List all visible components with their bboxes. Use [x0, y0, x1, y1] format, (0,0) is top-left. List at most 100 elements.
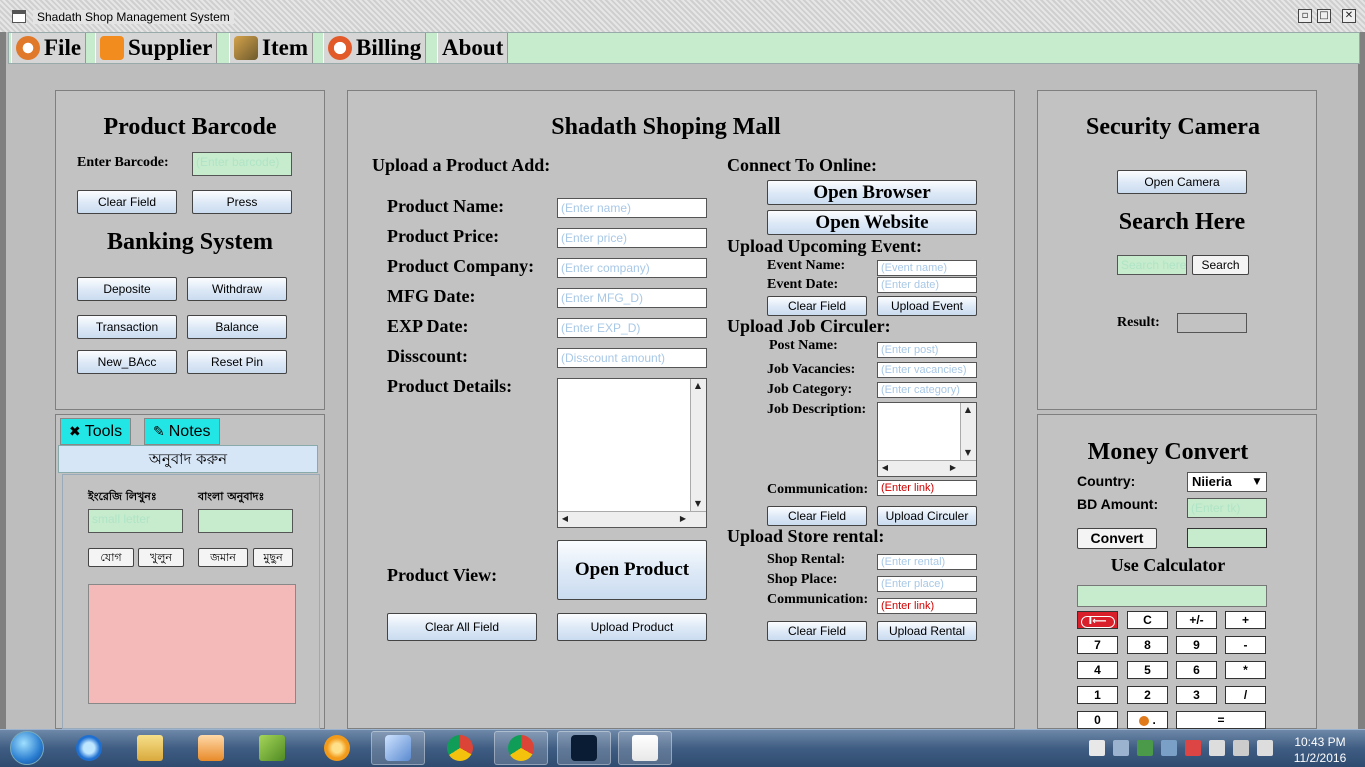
calc-key-4[interactable]: 4 [1077, 661, 1118, 679]
search-input[interactable]: Search here [1117, 255, 1187, 275]
exp-date-input[interactable]: (Enter EXP_D) [557, 318, 707, 338]
scroll-left-icon[interactable]: ◀ [558, 512, 572, 526]
tray-icon-4[interactable] [1161, 740, 1177, 756]
calc-key-minus[interactable]: - [1225, 636, 1266, 654]
save-word-button[interactable]: জমান [198, 548, 248, 567]
english-input[interactable]: small letter [88, 509, 183, 533]
open-word-button[interactable]: খুলুন [138, 548, 184, 567]
tray-icon-2[interactable] [1113, 740, 1129, 756]
menu-supplier[interactable]: Supplier [95, 33, 218, 63]
calc-key-divide[interactable]: / [1225, 686, 1266, 704]
reset-pin-button[interactable]: Reset Pin [187, 350, 287, 374]
menu-billing[interactable]: Billing [323, 33, 427, 63]
event-name-input[interactable]: (Event name) [877, 260, 977, 276]
add-word-button[interactable]: যোগ [88, 548, 134, 567]
discount-input[interactable]: (Disscount amount) [557, 348, 707, 368]
rental-clear-button[interactable]: Clear Field [767, 621, 867, 641]
maximize-icon[interactable]: □ [1317, 9, 1331, 23]
taskbar-java[interactable] [618, 731, 672, 765]
calc-key-6[interactable]: 6 [1176, 661, 1217, 679]
calc-key-8[interactable]: 8 [1127, 636, 1168, 654]
calc-key-0[interactable]: 0 [1077, 711, 1118, 729]
taskbar-telenor[interactable] [557, 731, 611, 765]
mfg-date-input[interactable]: (Enter MFG_D) [557, 288, 707, 308]
deposite-button[interactable]: Deposite [77, 277, 177, 301]
barcode-press-button[interactable]: Press [192, 190, 292, 214]
open-camera-button[interactable]: Open Camera [1117, 170, 1247, 194]
calc-key-5[interactable]: 5 [1127, 661, 1168, 679]
taskbar-virtualbox[interactable] [371, 731, 425, 765]
barcode-input[interactable]: (Enter barcode) [192, 152, 292, 176]
scroll-right-icon[interactable]: ▶ [676, 512, 690, 526]
job-communication-input[interactable]: (Enter link) [877, 480, 977, 496]
volume-icon[interactable] [1257, 740, 1273, 756]
calc-key-plus[interactable]: + [1225, 611, 1266, 629]
delete-word-button[interactable]: মুছুন [253, 548, 293, 567]
menu-file[interactable]: File [11, 33, 87, 63]
calc-key-equals[interactable]: = [1176, 711, 1266, 729]
calc-key-1[interactable]: 1 [1077, 686, 1118, 704]
taskbar-book[interactable] [245, 731, 299, 765]
tray-icon-3[interactable] [1137, 740, 1153, 756]
calc-key-3[interactable]: 3 [1176, 686, 1217, 704]
scroll-down-icon[interactable]: ▼ [691, 497, 705, 511]
job-category-input[interactable]: (Enter category) [877, 382, 977, 398]
scroll-up-icon[interactable]: ▲ [691, 379, 705, 393]
search-button[interactable]: Search [1192, 255, 1249, 275]
rental-communication-input[interactable]: (Enter link) [877, 598, 977, 614]
taskbar-app-orange[interactable] [310, 731, 364, 765]
bd-amount-input[interactable]: (Enter tk) [1187, 498, 1267, 518]
upload-rental-button[interactable]: Upload Rental [877, 621, 977, 641]
convert-button[interactable]: Convert [1077, 528, 1157, 549]
taskbar-explorer[interactable] [123, 731, 177, 765]
upload-product-button[interactable]: Upload Product [557, 613, 707, 641]
start-button[interactable] [6, 729, 46, 767]
shop-rental-input[interactable]: (Enter rental) [877, 554, 977, 570]
calc-key-2[interactable]: 2 [1127, 686, 1168, 704]
job-vacancies-input[interactable]: (Enter vacancies) [877, 362, 977, 378]
taskbar-media[interactable] [184, 731, 238, 765]
clock-time[interactable]: 10:43 PM [1290, 735, 1350, 749]
horizontal-scrollbar[interactable]: ◀ ▶ [558, 511, 706, 527]
menu-item[interactable]: Item [229, 33, 313, 63]
backspace-button[interactable]: I⟵ [1077, 611, 1118, 629]
tray-icon-1[interactable] [1089, 740, 1105, 756]
event-date-input[interactable]: (Enter date) [877, 277, 977, 293]
notes-textarea[interactable] [88, 584, 296, 704]
calc-key-9[interactable]: 9 [1176, 636, 1217, 654]
horizontal-scrollbar[interactable]: ◀ ▶ [878, 460, 976, 476]
taskbar-chrome-2[interactable] [494, 731, 548, 765]
action-center-icon[interactable] [1185, 740, 1201, 756]
taskbar-ie[interactable] [62, 731, 116, 765]
calc-key-7[interactable]: 7 [1077, 636, 1118, 654]
scroll-down-icon[interactable]: ▼ [961, 446, 975, 460]
usb-icon[interactable] [1209, 740, 1225, 756]
event-clear-button[interactable]: Clear Field [767, 296, 867, 316]
tab-notes[interactable]: ✎ Notes [144, 418, 220, 445]
tab-tools[interactable]: ✖ Tools [60, 418, 132, 445]
upload-circuler-button[interactable]: Upload Circuler [877, 506, 977, 526]
network-icon[interactable] [1233, 740, 1249, 756]
open-website-button[interactable]: Open Website [767, 210, 977, 235]
balance-button[interactable]: Balance [187, 315, 287, 339]
bangla-output[interactable] [198, 509, 293, 533]
product-price-input[interactable]: (Enter price) [557, 228, 707, 248]
open-product-button[interactable]: Open Product [557, 540, 707, 600]
job-description-textarea[interactable]: ▲ ▼ ◀ ▶ [877, 402, 977, 477]
scroll-up-icon[interactable]: ▲ [961, 403, 975, 417]
calc-key-multiply[interactable]: * [1225, 661, 1266, 679]
upload-event-button[interactable]: Upload Event [877, 296, 977, 316]
post-name-input[interactable]: (Enter post) [877, 342, 977, 358]
restore-icon[interactable]: ▫ [1298, 9, 1312, 23]
country-select[interactable]: Niieria ▼ [1187, 472, 1267, 492]
product-details-textarea[interactable]: ▲ ▼ ◀ ▶ [557, 378, 707, 528]
calc-key-negate[interactable]: +/- [1176, 611, 1217, 629]
barcode-clear-button[interactable]: Clear Field [77, 190, 177, 214]
new-bacc-button[interactable]: New_BAcc [77, 350, 177, 374]
product-name-input[interactable]: (Enter name) [557, 198, 707, 218]
transaction-button[interactable]: Transaction [77, 315, 177, 339]
shop-place-input[interactable]: (Enter place) [877, 576, 977, 592]
vertical-scrollbar[interactable]: ▲ ▼ [690, 379, 706, 511]
vertical-scrollbar[interactable]: ▲ ▼ [960, 403, 976, 460]
calc-key-c[interactable]: C [1127, 611, 1168, 629]
